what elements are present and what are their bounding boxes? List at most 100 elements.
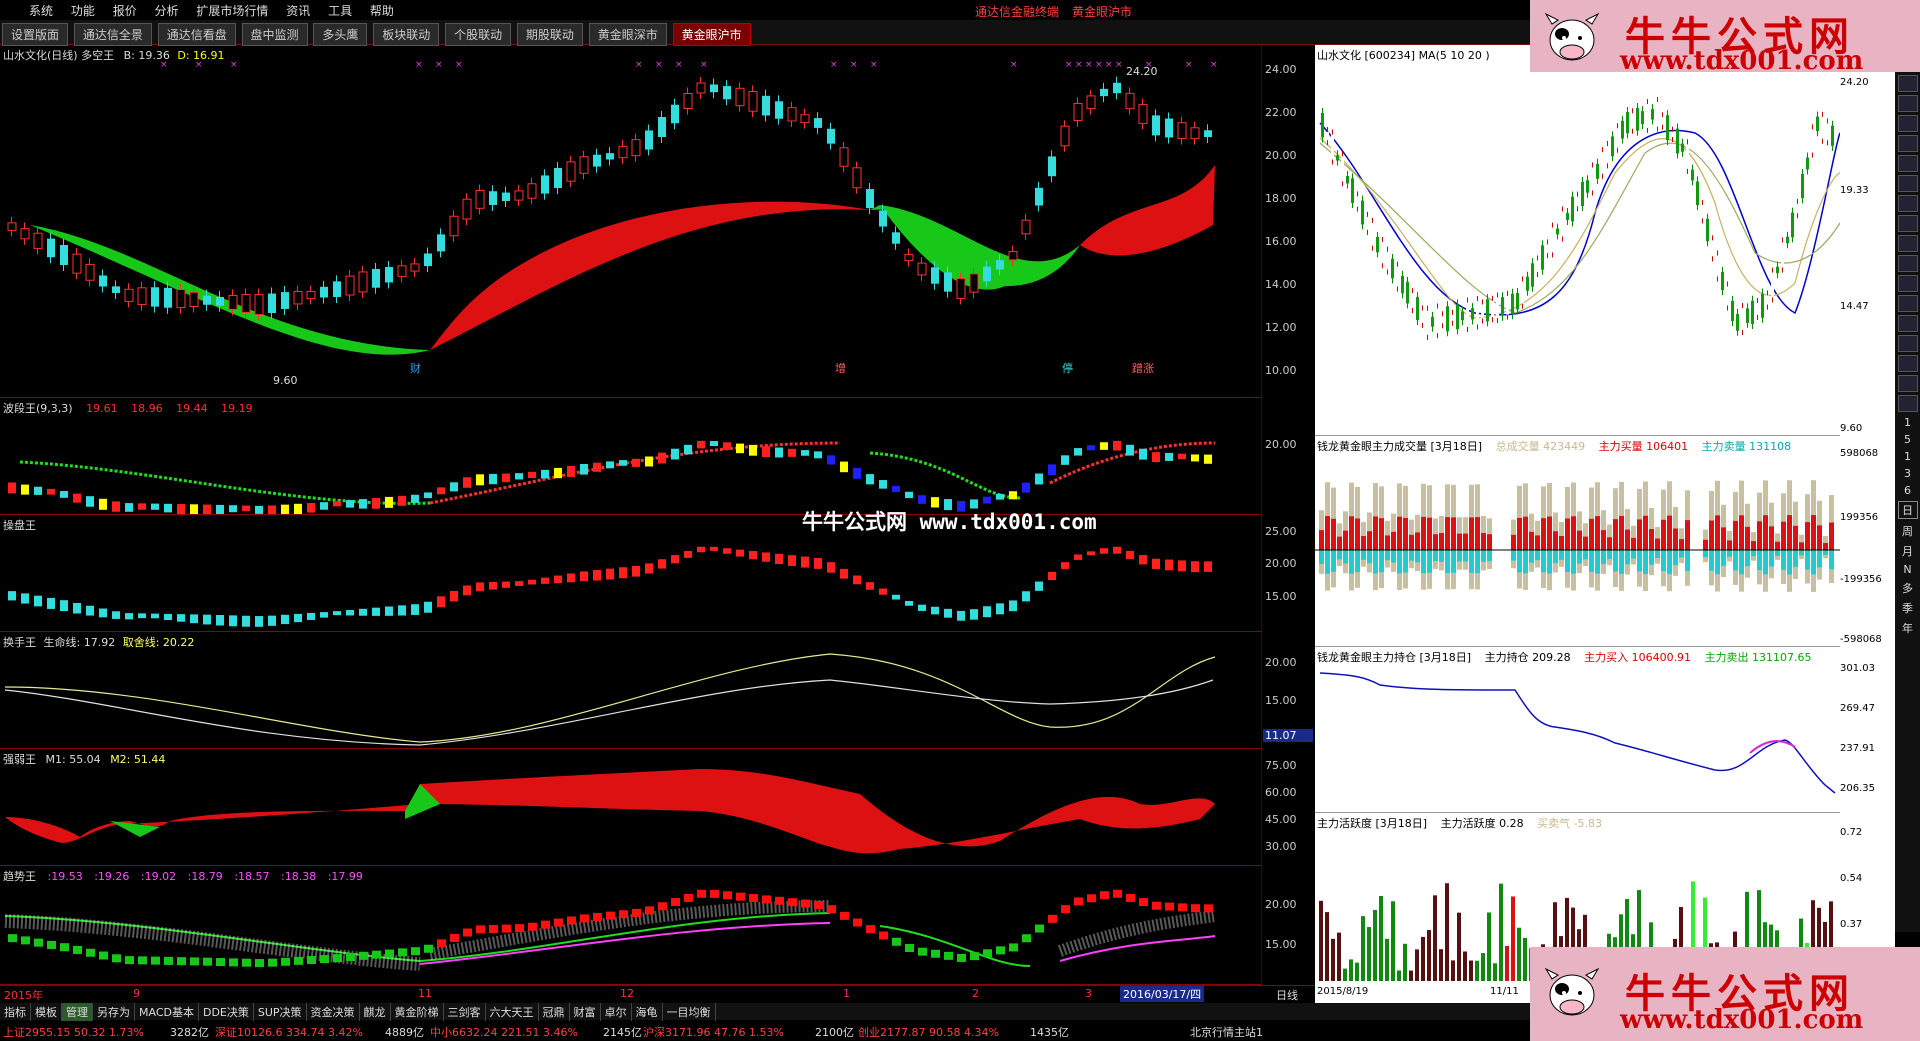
btab-12[interactable]: 冠鼎 [539, 1003, 570, 1021]
ad-banner-top[interactable]: 牛牛公式网 www.tdx001.com [1530, 0, 1920, 76]
period-30min[interactable]: 3 [1899, 467, 1917, 480]
period-n[interactable]: N [1899, 563, 1917, 576]
btab-13[interactable]: 财富 [570, 1003, 601, 1021]
period-year[interactable]: 年 [1899, 620, 1917, 636]
tool-btn[interactable] [1897, 135, 1918, 152]
tab-panorama[interactable]: 通达信全景 [73, 23, 152, 46]
period-multi[interactable]: 多 [1899, 580, 1917, 596]
tab-golden-eye-sz[interactable]: 黄金眼深市 [588, 23, 667, 46]
period-label[interactable]: 日线 [1276, 987, 1298, 1003]
volume-buy-bar [1721, 527, 1726, 550]
caopan-bar [528, 579, 536, 585]
tab-monitor[interactable]: 盘中监测 [241, 23, 308, 46]
candle-down [1152, 115, 1160, 136]
btab-5[interactable]: DDE决策 [199, 1003, 254, 1021]
period-5min[interactable]: 5 [1899, 433, 1917, 446]
btab-8[interactable]: 麒龙 [360, 1003, 391, 1021]
btab-1[interactable]: 模板 [31, 1003, 62, 1021]
status-cy: 创业2177.87 90.58 4.34% [858, 1026, 999, 1039]
main-kline-panel[interactable]: 山水文化(日线) 多空王 B: 19.36 D: 16.91 × × × × × × ×… [0, 45, 1297, 398]
tool-btn[interactable] [1897, 235, 1918, 252]
tool-btn[interactable] [1897, 155, 1918, 172]
tool-btn[interactable] [1897, 375, 1918, 392]
qushi-block [164, 956, 173, 965]
tool-btn[interactable] [1897, 395, 1918, 412]
caopan-bar [892, 594, 900, 600]
tab-sector-link[interactable]: 板块联动 [373, 23, 440, 46]
tool-btn[interactable] [1897, 75, 1918, 92]
period-60min[interactable]: 6 [1899, 484, 1917, 497]
tool-btn[interactable] [1897, 115, 1918, 132]
volume-sell-bar [1601, 550, 1606, 564]
menu-analysis[interactable]: 分析 [148, 0, 186, 19]
ad-banner-bottom[interactable]: 牛牛公式网 www.tdx001.com [1530, 947, 1920, 1041]
vol-axis-3: -199356 [1840, 574, 1882, 585]
tab-futures-link[interactable]: 期股联动 [516, 23, 583, 46]
caopan-bar [905, 601, 913, 606]
tool-btn[interactable] [1897, 255, 1918, 272]
menu-system[interactable]: 系统 [22, 0, 60, 19]
main-kline-svg: × × × × × × × × × × × × × × × × × × × × × × × 财 增 停 蹭涨 24.… [7, 45, 1262, 397]
btab-4[interactable]: MACD基本 [135, 1003, 199, 1021]
menu-quote[interactable]: 报价 [106, 0, 144, 19]
btab-15[interactable]: 海龟 [632, 1003, 663, 1021]
period-15min[interactable]: 1 [1899, 450, 1917, 463]
status-server[interactable]: 北京行情主站1 [1190, 1024, 1263, 1040]
menu-function[interactable]: 功能 [64, 0, 102, 19]
holding-panel[interactable]: 钱龙黄金眼主力持仓 [3月18日] 主力持仓 209.28 主力买入 10640… [1315, 647, 1875, 813]
tool-btn[interactable] [1897, 295, 1918, 312]
tool-btn[interactable] [1897, 275, 1918, 292]
qushi-block [476, 925, 485, 934]
btab-0[interactable]: 指标 [0, 1003, 31, 1021]
qushi-block [541, 920, 550, 929]
candle-up [631, 139, 641, 157]
activity-bar [1439, 949, 1443, 981]
btab-11[interactable]: 六大天王 [486, 1003, 539, 1021]
menu-news[interactable]: 资讯 [279, 0, 317, 19]
candle-down [489, 191, 497, 205]
volume-sell-bar [1685, 550, 1690, 571]
period-day[interactable]: 日 [1897, 501, 1918, 519]
svg-text:×: × [1075, 60, 1083, 70]
caopan-bar [1061, 562, 1069, 570]
tool-btn[interactable] [1897, 355, 1918, 372]
volume-sell-bar [1391, 550, 1396, 563]
tab-settings[interactable]: 设置版面 [2, 23, 69, 46]
period-week[interactable]: 周 [1899, 523, 1917, 539]
volume-buy: 主力买量 106401 [1598, 440, 1689, 453]
tool-btn[interactable] [1897, 315, 1918, 332]
volume-panel[interactable]: 钱龙黄金眼主力成交量 [3月18日] 总成交量 423449 主力买量 1064… [1315, 436, 1882, 647]
btab-6[interactable]: SUP决策 [254, 1003, 307, 1021]
huanshou-panel[interactable]: 换手王 生命线: 17.92 取舍线: 20.22 20.00 15.00 11… [0, 632, 1313, 749]
period-1min[interactable]: 1 [1899, 416, 1917, 429]
tool-btn[interactable] [1897, 175, 1918, 192]
menu-tools[interactable]: 工具 [321, 0, 359, 19]
btab-10[interactable]: 三剑客 [444, 1003, 486, 1021]
menu-help[interactable]: 帮助 [363, 0, 401, 19]
tab-golden-eye-sh[interactable]: 黄金眼沪市 [672, 23, 751, 46]
tab-stock-link[interactable]: 个股联动 [445, 23, 512, 46]
tool-btn[interactable] [1897, 195, 1918, 212]
qushi-panel[interactable]: 趋势王 :19.53 :19.26 :19.02 :18.79 :18.57 :… [0, 866, 1297, 985]
period-month[interactable]: 月 [1899, 543, 1917, 559]
qiangruo-panel[interactable]: 强弱王 M1: 55.04 M2: 51.44 75.00 60.00 45.0… [0, 749, 1297, 866]
btab-14[interactable]: 卓尔 [601, 1003, 632, 1021]
menu-extended-market[interactable]: 扩展市场行情 [189, 0, 275, 19]
volume-buy-bar [1685, 520, 1690, 550]
bodong-panel[interactable]: 波段王(9,3,3) 19.61 18.96 19.44 19.19 20.00 [0, 398, 1297, 515]
btab-9[interactable]: 黄金阶梯 [391, 1003, 444, 1021]
tool-btn[interactable] [1897, 335, 1918, 352]
period-season[interactable]: 季 [1899, 600, 1917, 616]
tool-btn[interactable] [1897, 215, 1918, 232]
right-kline-panel[interactable]: 山水文化 [600234] MA(5 10 20 ) 24.20 19.33 1… [1315, 45, 1869, 436]
caopan-bar [632, 565, 640, 577]
tab-watch[interactable]: 通达信看盘 [157, 23, 236, 46]
btab-7[interactable]: 资金决策 [307, 1003, 360, 1021]
activity-bar [1451, 960, 1455, 981]
btab-3[interactable]: 另存为 [93, 1003, 135, 1021]
btab-2[interactable]: 管理 [62, 1003, 93, 1021]
volume-sell-bar [1817, 550, 1822, 568]
tab-eagle[interactable]: 多头鹰 [313, 23, 368, 46]
tool-btn[interactable] [1897, 95, 1918, 112]
btab-16[interactable]: 一目均衡 [663, 1003, 716, 1021]
